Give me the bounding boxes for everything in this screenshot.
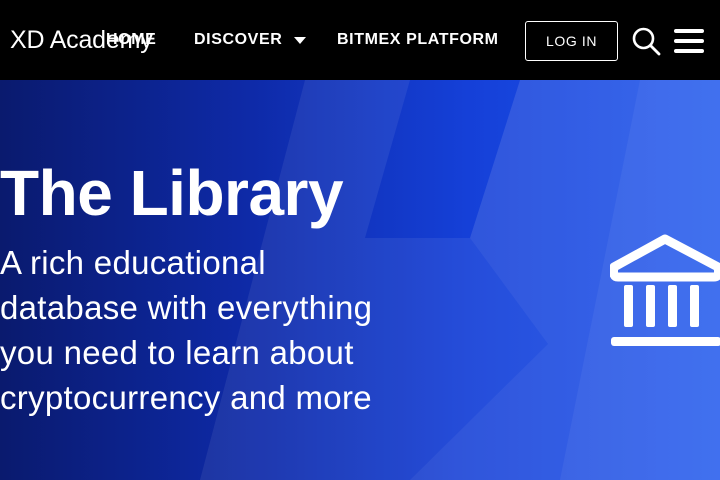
hero-title: The Library: [0, 157, 344, 229]
nav-discover-dropdown[interactable]: DISCOVER: [194, 30, 307, 50]
caret-down-icon: [294, 36, 307, 44]
hero-section: The Library A rich educational database …: [0, 80, 720, 480]
search-icon[interactable]: [631, 26, 661, 56]
nav-home-link[interactable]: HOME: [106, 30, 156, 50]
bank-building-icon: [610, 234, 720, 346]
nav-discover-label: DISCOVER: [194, 31, 283, 48]
hero-subtitle: A rich educational database with everyth…: [0, 244, 373, 416]
login-button[interactable]: LOG IN: [525, 21, 618, 61]
nav-bitmex-platform-link[interactable]: BITMEX PLATFORM: [337, 30, 499, 50]
hamburger-menu-icon[interactable]: [672, 26, 706, 56]
top-navigation-bar: XD Academy HOME DISCOVER BITMEX PLATFORM…: [0, 0, 720, 80]
